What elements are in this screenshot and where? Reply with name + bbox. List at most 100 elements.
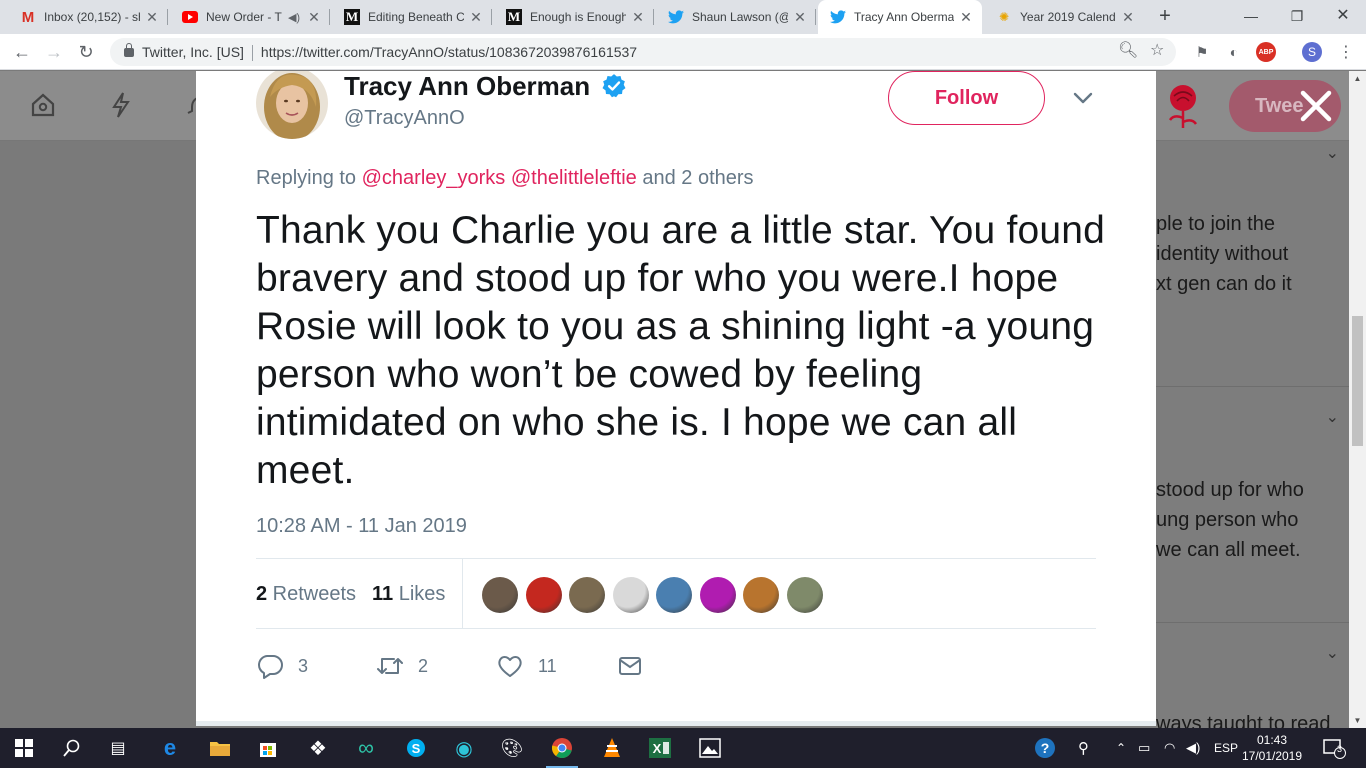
- scroll-down-arrow-icon[interactable]: ▼: [1349, 716, 1366, 725]
- flag-extension-icon[interactable]: ⚑: [1192, 42, 1212, 62]
- tab-calendar[interactable]: ✺ Year 2019 Calenda ✕: [984, 0, 1144, 34]
- mention-link[interactable]: @thelittleleftie: [511, 167, 637, 189]
- forward-arrow-icon[interactable]: →: [42, 40, 66, 64]
- tab-close-icon[interactable]: ✕: [958, 9, 974, 26]
- people-icon[interactable]: ⚲: [1078, 728, 1089, 768]
- like-button[interactable]: 11: [496, 646, 557, 686]
- wifi-app-icon[interactable]: ◉: [442, 728, 486, 768]
- vlc-icon[interactable]: [590, 728, 634, 768]
- chevron-down-icon[interactable]: ⌄: [1326, 407, 1339, 427]
- close-modal-icon[interactable]: [1296, 86, 1336, 126]
- minimize-icon[interactable]: —: [1228, 0, 1274, 34]
- tab-medium-editing[interactable]: M Editing Beneath Co ✕: [332, 0, 492, 34]
- excel-icon[interactable]: X: [638, 728, 682, 768]
- task-view-icon[interactable]: ▤: [96, 728, 140, 768]
- tab-title: Enough is Enough: [530, 10, 626, 24]
- help-icon[interactable]: ?: [1034, 728, 1056, 768]
- tab-twitter-shaun[interactable]: Shaun Lawson (@ ✕: [656, 0, 816, 34]
- page-scrollbar[interactable]: ▲ ▼: [1349, 71, 1366, 728]
- tab-close-icon[interactable]: ✕: [1120, 9, 1136, 26]
- liker-avatar[interactable]: [787, 577, 823, 613]
- menu-kebab-icon[interactable]: ⋮: [1336, 42, 1356, 62]
- liker-avatar[interactable]: [743, 577, 779, 613]
- windows-start-icon[interactable]: [2, 728, 46, 768]
- retweets-stat[interactable]: 2 Retweets: [256, 583, 356, 606]
- moments-lightning-icon[interactable]: [106, 91, 136, 121]
- back-arrow-icon[interactable]: ←: [10, 40, 34, 64]
- scroll-up-arrow-icon[interactable]: ▲: [1349, 74, 1366, 83]
- extension-icon[interactable]: ◐: [1224, 42, 1244, 62]
- new-tab-button[interactable]: +: [1152, 4, 1178, 30]
- tab-close-icon[interactable]: ✕: [630, 9, 646, 26]
- timeline-card[interactable]: ⌄ ple to join the identity without xt ge…: [1156, 141, 1349, 387]
- paint-icon[interactable]: 🎨︎: [490, 728, 534, 768]
- liker-avatar[interactable]: [569, 577, 605, 613]
- infinity-app-icon[interactable]: ∞: [344, 728, 388, 768]
- divider: [462, 559, 463, 629]
- home-icon[interactable]: [28, 91, 58, 121]
- mention-link[interactable]: @charley_yorks: [362, 167, 506, 189]
- chevron-down-icon[interactable]: ⌄: [1326, 143, 1339, 163]
- browser-tab-strip: M Inbox (20,152) - sh ✕ New Order - T ◀)…: [0, 0, 1366, 34]
- wifi-icon[interactable]: ◠: [1164, 728, 1175, 768]
- restore-icon[interactable]: ❐: [1274, 0, 1320, 34]
- tab-medium-enough[interactable]: M Enough is Enough ✕: [494, 0, 654, 34]
- reply-button[interactable]: 3: [256, 646, 308, 686]
- more-options-chevron-icon[interactable]: [1072, 87, 1094, 109]
- author-avatar[interactable]: [256, 71, 328, 139]
- battery-icon[interactable]: ▭: [1138, 728, 1150, 768]
- like-count: 11: [538, 655, 557, 676]
- liker-avatar[interactable]: [700, 577, 736, 613]
- tab-twitter-tracy[interactable]: Tracy Ann Oberma ✕: [818, 0, 982, 34]
- clock-time: 01:43: [1256, 733, 1288, 747]
- zoom-icon[interactable]: 🔍︎: [1118, 40, 1138, 60]
- liker-avatar[interactable]: [656, 577, 692, 613]
- address-bar[interactable]: Twitter, Inc. [US] https://twitter.com/Tr…: [110, 38, 1176, 66]
- tab-close-icon[interactable]: ✕: [144, 9, 160, 26]
- timeline-card[interactable]: ⌄ stood up for who ung person who we can…: [1156, 387, 1349, 623]
- tab-close-icon[interactable]: ✕: [306, 9, 322, 26]
- bookmark-star-icon[interactable]: ☆: [1150, 40, 1164, 60]
- tab-title: Shaun Lawson (@: [692, 10, 788, 24]
- tweet-timestamp[interactable]: 10:28 AM - 11 Jan 2019: [256, 515, 467, 538]
- show-hidden-icons-chevron-icon[interactable]: ⌃: [1116, 728, 1126, 768]
- language-indicator[interactable]: ESP: [1214, 728, 1238, 768]
- tab-close-icon[interactable]: ✕: [792, 9, 808, 26]
- adblock-plus-icon[interactable]: ABP: [1256, 42, 1276, 62]
- direct-message-button[interactable]: [616, 646, 658, 686]
- search-icon[interactable]: [50, 728, 94, 768]
- store-icon[interactable]: [246, 728, 290, 768]
- profile-avatar[interactable]: S: [1302, 42, 1322, 62]
- edge-browser-icon[interactable]: e: [148, 728, 192, 768]
- reply-icon: [258, 655, 283, 679]
- retweets-label: Retweets: [267, 583, 357, 605]
- likes-stat[interactable]: 11 Likes: [372, 583, 445, 606]
- scrollbar-thumb[interactable]: [1352, 316, 1363, 446]
- chevron-down-icon[interactable]: ⌄: [1326, 643, 1339, 663]
- follow-button[interactable]: Follow: [888, 71, 1045, 125]
- photos-icon[interactable]: [688, 728, 732, 768]
- tab-gmail-inbox[interactable]: M Inbox (20,152) - sh ✕: [8, 0, 168, 34]
- tab-title: New Order - T: [206, 10, 282, 24]
- volume-icon[interactable]: ◀): [1186, 728, 1200, 768]
- tab-close-icon[interactable]: ✕: [468, 9, 484, 26]
- liker-avatar[interactable]: [482, 577, 518, 613]
- twitter-icon: [668, 9, 684, 25]
- author-name[interactable]: Tracy Ann Oberman: [344, 71, 590, 102]
- replying-others-link[interactable]: and 2 others: [637, 167, 753, 189]
- envelope-icon: [619, 657, 641, 675]
- reload-icon[interactable]: ↻: [74, 40, 98, 64]
- system-clock[interactable]: 01:43 17/01/2019: [1240, 732, 1304, 764]
- liker-avatar[interactable]: [613, 577, 649, 613]
- retweet-button[interactable]: 2: [376, 646, 428, 686]
- file-explorer-icon[interactable]: [198, 728, 242, 768]
- chrome-icon[interactable]: [540, 728, 584, 768]
- timeline-card[interactable]: ⌄ ways taught to read: [1156, 623, 1349, 735]
- liker-avatar[interactable]: [526, 577, 562, 613]
- skype-icon[interactable]: S: [394, 728, 438, 768]
- dropbox-icon[interactable]: ❖: [296, 728, 340, 768]
- action-center-icon[interactable]: 3: [1322, 728, 1348, 768]
- author-handle[interactable]: @TracyAnnO: [344, 107, 465, 130]
- tab-youtube[interactable]: New Order - T ◀) ✕: [170, 0, 330, 34]
- close-window-icon[interactable]: ✕: [1320, 0, 1366, 34]
